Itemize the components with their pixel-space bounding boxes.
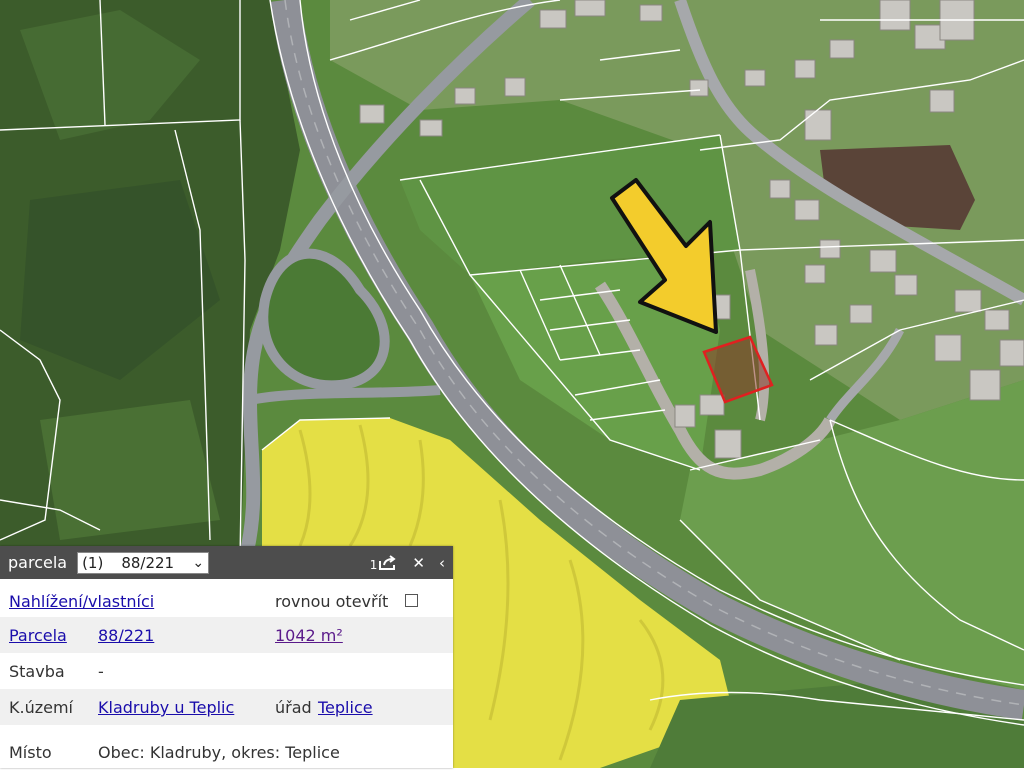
view-owners-row: Nahlížení/vlastníci rovnou otevřít — [0, 583, 453, 619]
chevron-down-icon: ⌄ — [192, 554, 205, 571]
building-value: - — [98, 662, 104, 681]
parcel-select-value: 88/221 — [121, 553, 175, 572]
forest-patch — [40, 400, 220, 540]
place-row: Místo Obec: Kladruby, okres: Teplice — [0, 734, 453, 770]
open-directly-label: rovnou otevřít — [275, 592, 389, 611]
place-value: Obec: Kladruby, okres: Teplice — [98, 743, 340, 762]
share-icon — [379, 554, 397, 570]
building-label: Stavba — [9, 662, 65, 681]
parcel-info-panel: parcela (1) 88/221 ⌄ 1 ✕ ‹ Nahlížení/vla… — [0, 546, 453, 768]
open-directly-checkbox[interactable] — [405, 594, 418, 607]
place-label: Místo — [9, 743, 52, 762]
parcel-select[interactable]: (1) 88/221 ⌄ — [77, 551, 210, 574]
open-external-button[interactable]: 1 — [369, 554, 399, 572]
building-row: Stavba - — [0, 653, 453, 689]
open-external-count: 1 — [369, 557, 378, 572]
panel-header-icons: 1 ✕ ‹ — [370, 546, 445, 579]
territory-link[interactable]: Kladruby u Teplic — [98, 698, 234, 717]
parcel-label-link[interactable]: Parcela — [9, 626, 67, 645]
close-icon[interactable]: ✕ — [412, 554, 425, 572]
view-owners-link[interactable]: Nahlížení/vlastníci — [9, 592, 154, 611]
parcel-number-link[interactable]: 88/221 — [98, 626, 154, 645]
panel-header: parcela (1) 88/221 ⌄ 1 ✕ ‹ — [0, 546, 453, 579]
panel-title: parcela — [8, 553, 68, 572]
chevron-left-icon[interactable]: ‹ — [439, 554, 445, 572]
office-link[interactable]: Teplice — [318, 698, 373, 717]
office-label: úřad — [275, 698, 312, 717]
territory-label: K.území — [9, 698, 73, 717]
territory-row: K.území Kladruby u Teplic úřad Teplice — [0, 689, 453, 725]
parcel-area-link[interactable]: 1042 m² — [275, 626, 343, 645]
parcel-select-count: (1) — [82, 553, 104, 572]
parcel-row: Parcela 88/221 1042 m² — [0, 617, 453, 653]
